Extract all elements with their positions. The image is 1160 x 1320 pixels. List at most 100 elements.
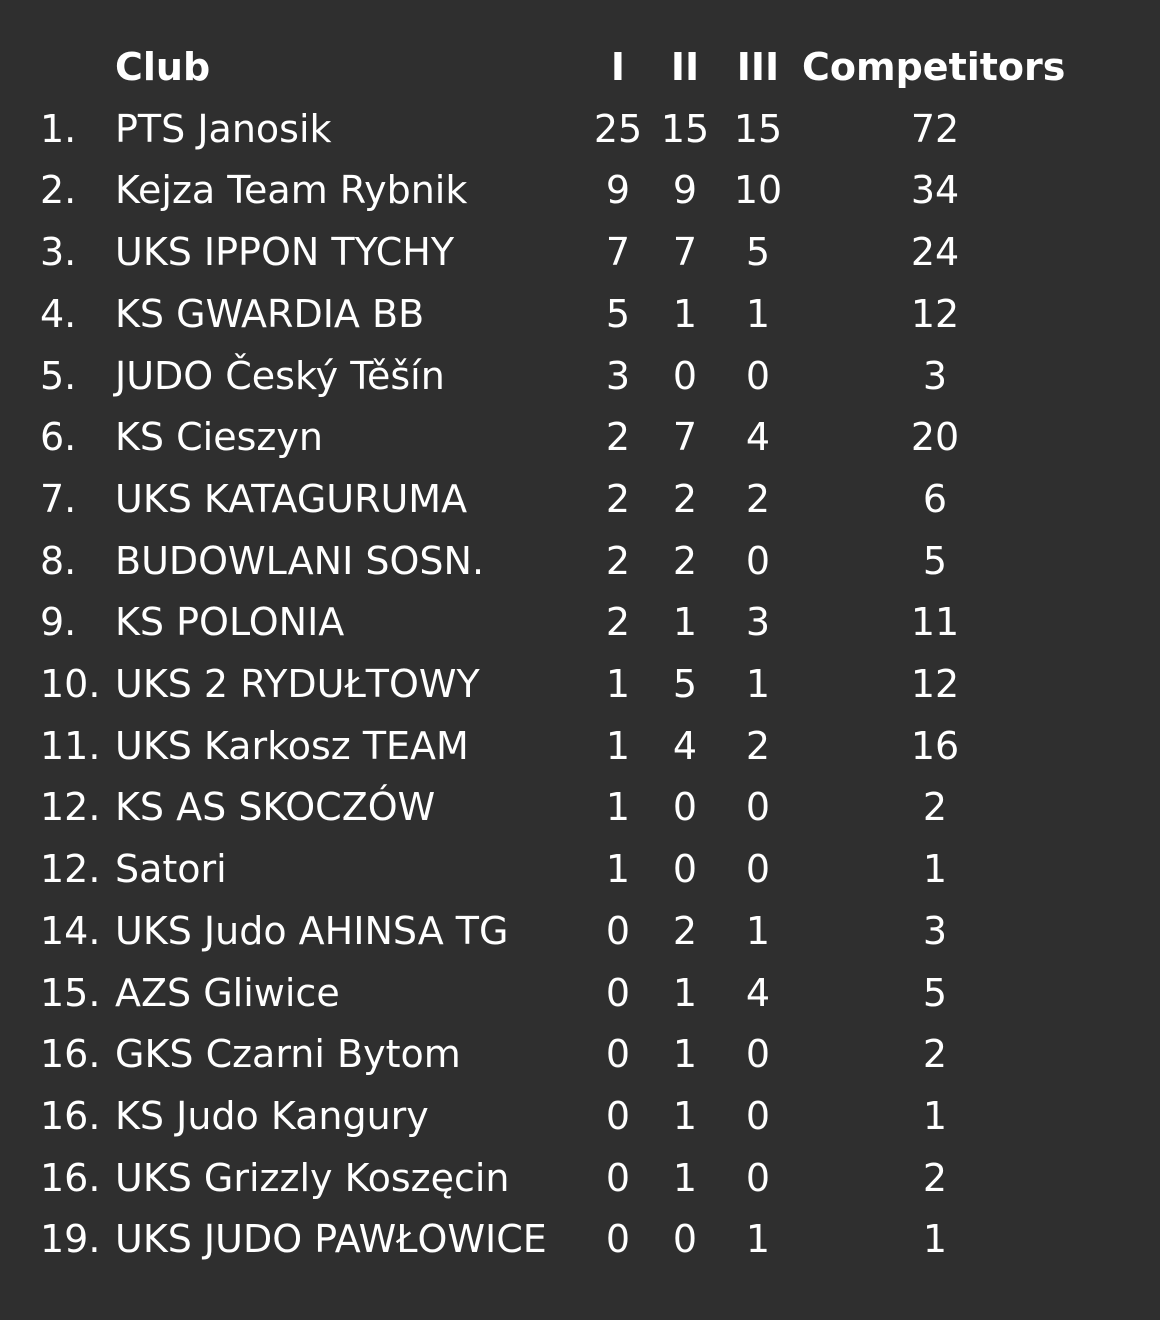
row-gold: 2	[605, 600, 631, 645]
row-silver: 15	[660, 106, 710, 151]
row-silver: 0	[672, 353, 698, 398]
row-rank: 7.	[40, 476, 77, 521]
row-competitors: 12	[910, 662, 960, 706]
row-silver: 1	[672, 600, 698, 645]
row-rank: 9.	[40, 600, 77, 645]
row-club: UKS IPPON TYCHY	[115, 230, 455, 275]
row-club: Satori	[115, 847, 227, 892]
row-silver: 4	[672, 723, 698, 768]
row-competitors: 5	[922, 970, 948, 1015]
row-silver: 1	[672, 970, 698, 1015]
row-rank: 5.	[40, 353, 77, 398]
row-bronze: 1	[745, 291, 771, 336]
table-row: 19. UKS JUDO PAWŁOWICE 0 0 1 1	[0, 1208, 1160, 1270]
row-rank: 16.	[40, 1032, 101, 1077]
row-gold: 0	[605, 970, 631, 1015]
row-club: BUDOWLANI SOSN.	[115, 538, 485, 583]
row-competitors: 5	[922, 538, 948, 583]
row-club: UKS Karkosz TEAM	[115, 723, 469, 768]
row-rank: 12.	[40, 847, 101, 892]
row-bronze: 0	[745, 1155, 771, 1200]
row-bronze: 10	[733, 168, 783, 213]
row-gold: 9	[605, 168, 631, 213]
row-club: UKS Judo AHINSA TG	[115, 908, 509, 953]
row-rank: 16.	[40, 1155, 101, 1200]
header-silver: II	[670, 45, 700, 89]
row-rank: 4.	[40, 291, 77, 336]
row-club: KS Judo Kangury	[115, 1093, 429, 1138]
row-competitors: 11	[910, 600, 960, 645]
row-bronze: 4	[745, 415, 771, 460]
row-silver: 1	[672, 1155, 698, 1200]
row-competitors: 6	[922, 476, 948, 521]
row-competitors: 72	[910, 106, 960, 151]
row-competitors: 1	[922, 1093, 948, 1138]
row-gold: 7	[605, 230, 631, 275]
table-header: Club I II III Competitors	[0, 36, 1160, 98]
table-row: 16. UKS Grizzly Koszęcin 0 1 0 2	[0, 1147, 1160, 1209]
row-club: KS AS SKOCZÓW	[115, 785, 436, 830]
row-club: UKS KATAGURUMA	[115, 476, 468, 521]
row-silver: 7	[672, 230, 698, 275]
row-silver: 2	[672, 908, 698, 953]
table-row: 12. Satori 1 0 0 1	[0, 838, 1160, 900]
row-rank: 15.	[40, 970, 101, 1015]
row-silver: 0	[672, 785, 698, 830]
row-bronze: 5	[745, 230, 771, 275]
row-bronze: 15	[733, 106, 783, 151]
medal-table: Club I II III Competitors 1. PTS Janosik 2…	[0, 0, 1160, 1320]
row-bronze: 4	[745, 970, 771, 1015]
row-rank: 1.	[40, 106, 77, 151]
row-club: JUDO Český Těšín	[115, 353, 445, 398]
table-row: 2. Kejza Team Rybnik 9 9 10 34	[0, 159, 1160, 221]
row-club: KS Cieszyn	[115, 415, 323, 460]
row-competitors: 2	[922, 1032, 948, 1077]
table-row: 5. JUDO Český Těšín 3 0 0 3	[0, 345, 1160, 407]
row-rank: 8.	[40, 538, 77, 583]
row-competitors: 20	[910, 415, 960, 460]
row-rank: 16.	[40, 1093, 101, 1138]
row-gold: 0	[605, 908, 631, 953]
row-competitors: 1	[922, 1217, 948, 1262]
table-row: 14. UKS Judo AHINSA TG 0 2 1 3	[0, 900, 1160, 962]
row-bronze: 0	[745, 1032, 771, 1077]
row-gold: 25	[593, 106, 643, 151]
row-gold: 2	[605, 415, 631, 460]
row-gold: 1	[605, 785, 631, 830]
header-competitors: Competitors	[802, 45, 1066, 89]
table-row: 16. KS Judo Kangury 0 1 0 1	[0, 1085, 1160, 1147]
row-rank: 19.	[40, 1217, 101, 1262]
row-bronze: 2	[745, 723, 771, 768]
row-silver: 1	[672, 291, 698, 336]
row-bronze: 3	[745, 600, 771, 645]
row-rank: 6.	[40, 415, 77, 460]
row-gold: 0	[605, 1093, 631, 1138]
row-bronze: 0	[745, 1093, 771, 1138]
row-silver: 0	[672, 1217, 698, 1262]
row-rank: 2.	[40, 168, 77, 213]
row-club: UKS JUDO PAWŁOWICE	[115, 1217, 547, 1262]
row-competitors: 12	[910, 291, 960, 336]
row-club: PTS Janosik	[115, 106, 332, 151]
row-gold: 5	[605, 291, 631, 336]
row-gold: 1	[605, 723, 631, 768]
table-row: 9. KS POLONIA 2 1 3 11	[0, 591, 1160, 653]
row-silver: 1	[672, 1032, 698, 1077]
row-gold: 0	[605, 1217, 631, 1262]
row-rank: 10.	[40, 662, 101, 706]
row-gold: 2	[605, 476, 631, 521]
row-bronze: 0	[745, 538, 771, 583]
row-silver: 0	[672, 847, 698, 892]
row-silver: 1	[672, 1093, 698, 1138]
row-competitors: 24	[910, 230, 960, 275]
row-bronze: 1	[745, 908, 771, 953]
row-gold: 0	[605, 1032, 631, 1077]
table-row: 15. AZS Gliwice 0 1 4 5	[0, 962, 1160, 1024]
row-bronze: 2	[745, 476, 771, 521]
row-silver: 5	[672, 662, 698, 706]
row-silver: 7	[672, 415, 698, 460]
row-bronze: 1	[745, 662, 771, 706]
row-rank: 3.	[40, 230, 77, 275]
table-row: 6. KS Cieszyn 2 7 4 20	[0, 406, 1160, 468]
row-bronze: 1	[745, 1217, 771, 1262]
